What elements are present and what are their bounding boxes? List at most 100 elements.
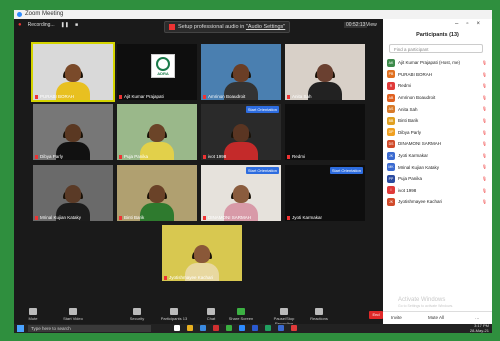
browser-icon[interactable] — [200, 325, 206, 331]
participant-row[interactable]: BB Binti Barik 🎙 — [387, 115, 489, 127]
participant-video — [224, 124, 258, 160]
video-tile[interactable]: Mrinal Kujian Kataky — [33, 165, 113, 221]
zoom-icon[interactable] — [239, 325, 245, 331]
more-options-icon[interactable]: … — [475, 315, 480, 320]
muted-mic-icon — [203, 215, 206, 220]
find-participant-input[interactable]: Find a participant — [389, 44, 483, 53]
end-meeting-button[interactable]: End — [369, 311, 383, 319]
participant-row[interactable]: AB Amrinon Boaudroit 🎙 — [387, 92, 489, 104]
muted-mic-icon — [35, 215, 38, 220]
video-tile[interactable]: Anita Sah — [285, 44, 365, 100]
mic-status-icon[interactable]: 🎙 — [482, 188, 487, 193]
video-tile[interactable]: ADRA Ajit Kumar Prajapati — [117, 44, 197, 100]
video-tile[interactable]: Amrinon Boaudroit — [201, 44, 281, 100]
reactions-button[interactable]: Reactions — [304, 308, 334, 321]
participant-row[interactable]: Iivot 1998 🎙 — [387, 185, 489, 197]
participant-name: Mrinal Kujian Kataky — [398, 164, 440, 170]
participant-name: DINAMONI SARMAH — [398, 141, 442, 147]
participants-button[interactable]: Participants 13 — [159, 308, 189, 321]
muted-mic-icon — [203, 154, 206, 159]
participant-name-label: Mrinal Kujian Kataky — [35, 215, 81, 220]
participant-video — [140, 185, 174, 221]
start-video-button[interactable]: Start Video — [58, 308, 88, 321]
participant-row[interactable]: JK Jyoti Karmakar 🎙 — [387, 150, 489, 162]
avatar: DP — [387, 128, 395, 137]
video-tile[interactable]: Binti Barik — [117, 165, 197, 221]
video-tile[interactable]: PURABI BORAH — [31, 42, 115, 102]
video-tile[interactable]: Dibya Parly — [33, 104, 113, 160]
participant-row[interactable]: DP Dibya Parly 🎙 — [387, 127, 489, 139]
participant-name-label: Jyotishmayee Kachari — [164, 275, 213, 280]
mic-status-icon[interactable]: 🎙 — [482, 72, 487, 77]
audio-settings-link[interactable]: "Audio Settings" — [246, 24, 285, 30]
chat-bubble-icon — [207, 308, 215, 315]
clock-date: 28-May-21 — [469, 327, 489, 333]
mic-status-icon[interactable]: 🎙 — [482, 164, 487, 169]
mic-status-icon[interactable]: 🎙 — [482, 95, 487, 100]
participants-header: Participants (13) — [416, 32, 459, 38]
mic-status-icon[interactable]: 🎙 — [482, 118, 487, 123]
participant-name: Binti Barik — [398, 118, 419, 124]
video-tile[interactable]: Jyotishmayee Kachari — [162, 225, 242, 281]
participant-row[interactable]: AK Ajit Kumar Prajapati (Host, me) 🎙 — [387, 57, 489, 69]
word-icon[interactable] — [252, 325, 258, 331]
video-tile[interactable]: Start Orientation Jyoti Karmakar — [285, 165, 365, 221]
taskbar-search[interactable]: Type here to search — [28, 325, 151, 332]
muted-mic-icon — [119, 154, 122, 159]
mic-status-icon[interactable]: 🎙 — [482, 106, 487, 111]
mute-button[interactable]: Mute — [18, 308, 48, 321]
window-controls[interactable]: –▫× — [455, 21, 488, 27]
banner-text: Setup professional audio in — [178, 24, 246, 30]
mic-status-icon[interactable]: 🎙 — [482, 60, 487, 65]
participant-name: Redmi — [398, 83, 412, 89]
excel-icon[interactable] — [265, 325, 271, 331]
participant-name: ivot 1998 — [398, 187, 417, 193]
participant-row[interactable]: PP Puja Panika 🎙 — [387, 173, 489, 185]
orientation-button[interactable]: Start Orientation — [245, 106, 279, 113]
share-screen-button[interactable]: Share Screen — [226, 308, 256, 321]
participant-name-label: DINAMONI SARMAH — [203, 215, 251, 220]
chat-button[interactable]: Chat — [196, 308, 226, 321]
chrome-icon[interactable] — [226, 325, 232, 331]
participant-row[interactable]: MK Mrinal Kujian Kataky 🎙 — [387, 161, 489, 173]
view-button[interactable]: View — [366, 22, 377, 28]
participant-name-label: Puja Panika — [119, 154, 148, 159]
participant-name: Puja Panika — [398, 176, 423, 182]
screen: Zoom Meeting ● Recording... ❚❚ ■ Setup p… — [14, 10, 492, 333]
video-label: Start Video — [63, 316, 83, 321]
participant-row[interactable]: AS Anita Sah 🎙 — [387, 103, 489, 115]
mic-status-icon[interactable]: 🎙 — [482, 153, 487, 158]
participant-row[interactable]: PB PURABI BORAH 🎙 — [387, 69, 489, 81]
file-explorer-icon[interactable] — [187, 325, 193, 331]
taskbar-clock[interactable]: 3:17 PM 28-May-21 — [469, 323, 489, 333]
audio-banner[interactable]: Setup professional audio in "Audio Setti… — [164, 21, 291, 33]
participant-name: Jyoti Karmakar — [398, 153, 429, 159]
stop-icon[interactable]: ■ — [75, 22, 78, 28]
video-tile[interactable]: Start Orientation ivot 1998 — [201, 104, 281, 160]
mic-status-icon[interactable]: 🎙 — [482, 176, 487, 181]
task-view-icon[interactable] — [174, 325, 180, 331]
edge-icon[interactable] — [278, 325, 284, 331]
mic-status-icon[interactable]: 🎙 — [482, 141, 487, 146]
video-tile[interactable]: Start Orientation DINAMONI SARMAH — [201, 165, 281, 221]
participant-row[interactable]: R Redmi 🎙 — [387, 80, 489, 92]
share-arrow-icon — [237, 308, 245, 315]
participant-row[interactable]: JK Jyotishmayee Kachari 🎙 — [387, 196, 489, 208]
invite-button[interactable]: Invite — [391, 315, 402, 320]
mic-status-icon[interactable]: 🎙 — [482, 130, 487, 135]
recording-label: Recording... — [27, 22, 55, 28]
security-button[interactable]: Security — [122, 308, 152, 321]
participant-row[interactable]: DS DINAMONI SARMAH 🎙 — [387, 138, 489, 150]
app-icon[interactable] — [213, 325, 219, 331]
mute-all-button[interactable]: Mute All — [428, 315, 444, 320]
zoom-logo-icon — [17, 12, 22, 17]
windows-start-icon[interactable] — [17, 325, 24, 332]
orientation-button[interactable]: Start Orientation — [245, 167, 279, 174]
pause-icon[interactable]: ❚❚ — [61, 22, 69, 28]
video-tile[interactable]: Redmi — [285, 104, 365, 160]
orientation-button[interactable]: Start Orientation — [329, 167, 363, 174]
mic-status-icon[interactable]: 🎙 — [482, 83, 487, 88]
media-icon[interactable] — [291, 325, 297, 331]
video-tile[interactable]: Puja Panika — [117, 104, 197, 160]
mic-status-icon[interactable]: 🎙 — [482, 199, 487, 204]
